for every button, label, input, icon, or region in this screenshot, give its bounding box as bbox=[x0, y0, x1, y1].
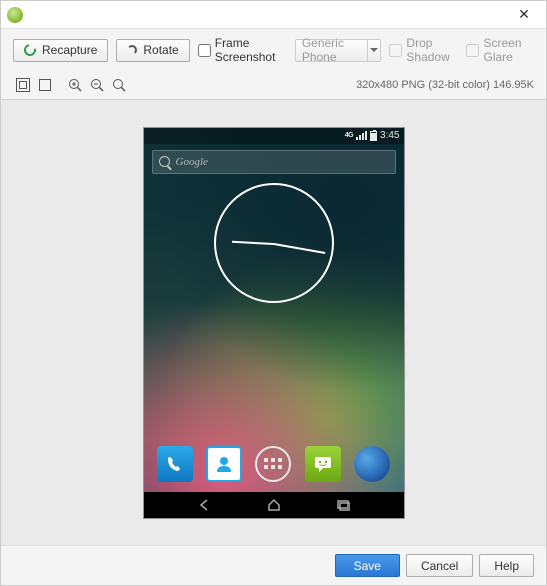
save-label: Save bbox=[354, 559, 381, 573]
battery-icon bbox=[370, 131, 377, 141]
nav-home-icon bbox=[265, 496, 283, 514]
clock-hour-hand bbox=[232, 240, 274, 244]
zoom-fit-button[interactable] bbox=[13, 75, 33, 95]
zoom-reset-button[interactable] bbox=[109, 75, 129, 95]
device-frame-select: Generic Phone bbox=[295, 39, 382, 62]
analog-clock-widget bbox=[214, 183, 334, 303]
frame-screenshot-input[interactable] bbox=[198, 44, 211, 57]
main-toolbar: Recapture Rotate Frame Screenshot Generi… bbox=[1, 29, 546, 71]
device-frame-value: Generic Phone bbox=[302, 36, 363, 64]
window-close-button[interactable]: ✕ bbox=[508, 4, 540, 26]
cancel-label: Cancel bbox=[421, 559, 458, 573]
network-type-label: 4G bbox=[345, 132, 353, 139]
zoom-toolbar: 320x480 PNG (32-bit color) 146.95K bbox=[1, 71, 546, 99]
signal-icon bbox=[356, 131, 367, 140]
status-time: 3:45 bbox=[380, 130, 399, 141]
contacts-app-icon bbox=[206, 446, 242, 482]
device-screenshot: 4G 3:45 Google bbox=[144, 128, 404, 518]
messaging-app-icon bbox=[305, 446, 341, 482]
app-drawer-icon bbox=[255, 446, 291, 482]
screen-glare-checkbox: Screen Glare bbox=[466, 36, 534, 64]
android-nav-bar bbox=[144, 492, 404, 518]
clock-minute-hand bbox=[273, 243, 324, 254]
cancel-button[interactable]: Cancel bbox=[406, 554, 473, 577]
recapture-label: Recapture bbox=[42, 43, 97, 57]
nav-recent-icon bbox=[334, 496, 352, 514]
title-bar: ✕ bbox=[1, 1, 546, 29]
save-button[interactable]: Save bbox=[335, 554, 400, 577]
browser-app-icon bbox=[354, 446, 390, 482]
search-icon bbox=[159, 156, 170, 167]
help-button[interactable]: Help bbox=[479, 554, 534, 577]
screen-glare-input bbox=[466, 44, 479, 57]
frame-screenshot-label: Frame Screenshot bbox=[215, 36, 287, 64]
screen-glare-label: Screen Glare bbox=[483, 36, 534, 64]
device-frame-dropdown-button bbox=[367, 40, 381, 61]
frame-screenshot-checkbox[interactable]: Frame Screenshot bbox=[198, 36, 287, 64]
nav-back-icon bbox=[195, 496, 213, 514]
dialog-footer: Save Cancel Help bbox=[1, 545, 546, 585]
rotate-label: Rotate bbox=[143, 43, 178, 57]
rotate-button[interactable]: Rotate bbox=[116, 39, 189, 62]
zoom-in-button[interactable] bbox=[65, 75, 85, 95]
phone-app-icon bbox=[157, 446, 193, 482]
zoom-out-button[interactable] bbox=[87, 75, 107, 95]
preview-area: 4G 3:45 Google bbox=[1, 99, 546, 545]
search-placeholder: Google bbox=[176, 156, 208, 168]
drop-shadow-checkbox: Drop Shadow bbox=[389, 36, 458, 64]
recapture-button[interactable]: Recapture bbox=[13, 39, 108, 62]
drop-shadow-input bbox=[389, 44, 402, 57]
app-dock bbox=[144, 440, 404, 488]
drop-shadow-label: Drop Shadow bbox=[406, 36, 458, 64]
google-search-widget: Google bbox=[152, 150, 396, 174]
image-info-text: 320x480 PNG (32-bit color) 146.95K bbox=[356, 79, 534, 91]
refresh-icon bbox=[22, 42, 38, 58]
android-status-bar: 4G 3:45 bbox=[144, 128, 404, 144]
rotate-icon bbox=[127, 45, 137, 55]
help-label: Help bbox=[494, 559, 519, 573]
app-logo-icon bbox=[7, 7, 23, 23]
zoom-actual-button[interactable] bbox=[35, 75, 55, 95]
chevron-down-icon bbox=[370, 48, 378, 52]
